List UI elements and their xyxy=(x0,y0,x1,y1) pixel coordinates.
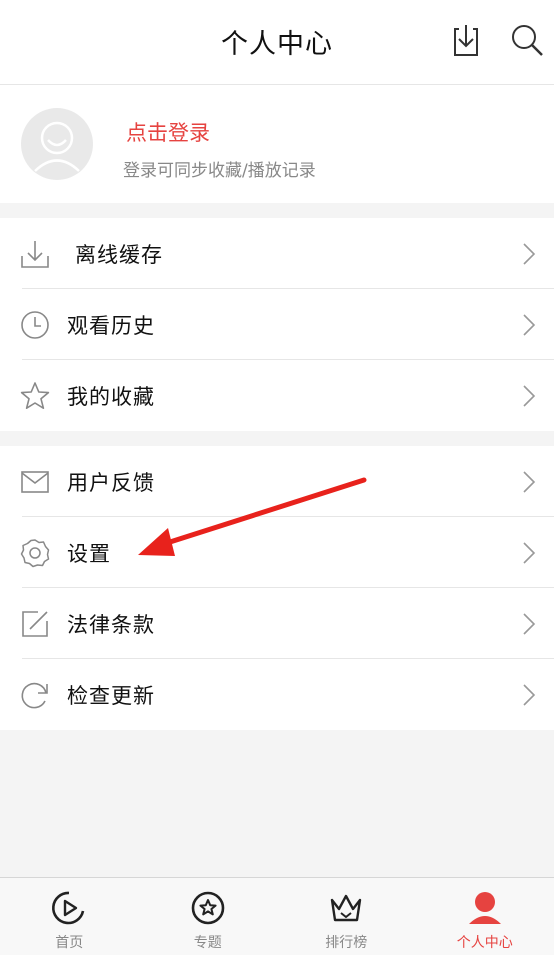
chevron-right-icon xyxy=(522,470,536,494)
menu-item-legal-terms[interactable]: 法律条款 xyxy=(0,588,554,659)
bottom-tab-bar: 首页 专题 排行榜 个人中心 xyxy=(0,877,554,955)
download-icon xyxy=(20,239,50,269)
chevron-right-icon xyxy=(522,612,536,636)
login-link[interactable]: 点击登录 xyxy=(126,117,210,147)
top-nav-bar: 个人中心 xyxy=(0,0,554,85)
menu-item-label: 用户反馈 xyxy=(67,467,155,497)
tab-home[interactable]: 首页 xyxy=(0,878,139,955)
menu-item-label: 我的收藏 xyxy=(67,381,155,411)
menu-item-watch-history[interactable]: 观看历史 xyxy=(0,289,554,360)
star-circle-icon xyxy=(190,890,226,926)
menu-item-check-update[interactable]: 检查更新 xyxy=(0,659,554,730)
menu-group-settings: 用户反馈 设置 法律条款 检查更新 xyxy=(0,446,554,730)
menu-item-label: 观看历史 xyxy=(67,310,155,340)
tab-label: 个人中心 xyxy=(416,932,554,952)
crown-icon xyxy=(328,890,364,926)
person-icon xyxy=(467,890,503,926)
login-card[interactable]: 点击登录 登录可同步收藏/播放记录 xyxy=(0,85,554,203)
menu-item-label: 离线缓存 xyxy=(75,239,163,269)
play-circle-icon xyxy=(51,890,87,926)
menu-item-feedback[interactable]: 用户反馈 xyxy=(0,446,554,517)
avatar[interactable] xyxy=(21,108,93,180)
tab-label: 专题 xyxy=(139,932,278,952)
tab-profile[interactable]: 个人中心 xyxy=(416,878,554,955)
login-hint: 登录可同步收藏/播放记录 xyxy=(123,156,316,181)
menu-item-favorites[interactable]: 我的收藏 xyxy=(0,360,554,431)
chevron-right-icon xyxy=(522,683,536,707)
gear-icon xyxy=(20,538,50,568)
tab-ranking[interactable]: 排行榜 xyxy=(277,878,416,955)
mail-icon xyxy=(20,467,50,497)
search-icon[interactable] xyxy=(509,22,545,58)
edit-icon xyxy=(20,609,50,639)
tab-topics[interactable]: 专题 xyxy=(139,878,278,955)
tab-label: 首页 xyxy=(0,932,139,952)
star-icon xyxy=(20,381,50,411)
refresh-icon xyxy=(20,680,50,710)
menu-item-label: 设置 xyxy=(67,538,111,568)
chevron-right-icon xyxy=(522,384,536,408)
chevron-right-icon xyxy=(522,541,536,565)
menu-group-media: 离线缓存 观看历史 我的收藏 xyxy=(0,218,554,431)
tab-label: 排行榜 xyxy=(277,932,416,952)
menu-item-label: 法律条款 xyxy=(67,609,155,639)
download-icon[interactable] xyxy=(448,22,484,58)
menu-item-label: 检查更新 xyxy=(67,680,155,710)
chevron-right-icon xyxy=(522,313,536,337)
menu-item-offline-cache[interactable]: 离线缓存 xyxy=(0,218,554,289)
chevron-right-icon xyxy=(522,242,536,266)
menu-item-settings[interactable]: 设置 xyxy=(0,517,554,588)
clock-icon xyxy=(20,310,50,340)
